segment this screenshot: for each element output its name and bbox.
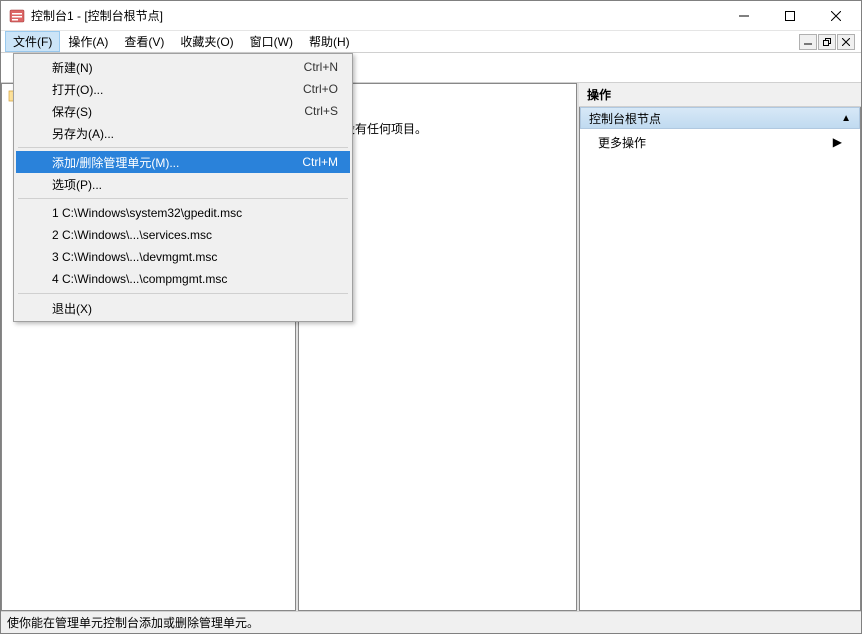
menu-label: 1 C:\Windows\system32\gpedit.msc [52,206,338,220]
menu-shortcut: Ctrl+M [302,155,338,169]
menu-action-label: 操作(A) [68,35,108,49]
mdi-close-button[interactable] [837,34,855,50]
menu-window-label: 窗口(W) [250,35,293,49]
menu-view-label: 查看(V) [124,35,164,49]
close-button[interactable] [813,1,859,31]
app-icon [9,8,25,24]
menu-item-recent-3[interactable]: 3 C:\Windows\...\devmgmt.msc [16,246,350,268]
menu-label: 4 C:\Windows\...\compmgmt.msc [52,272,338,286]
menu-label: 退出(X) [52,300,338,317]
menu-action[interactable]: 操作(A) [60,31,116,52]
menu-shortcut: Ctrl+N [304,60,338,74]
statusbar-text: 使你能在管理单元控制台添加或删除管理单元。 [7,614,259,631]
maximize-button[interactable] [767,1,813,31]
actions-more-actions[interactable]: 更多操作 ▶ [580,129,860,155]
menu-item-recent-1[interactable]: 1 C:\Windows\system32\gpedit.msc [16,202,350,224]
menu-separator [18,293,348,294]
mdi-minimize-button[interactable] [799,34,817,50]
menubar: 文件(F) 操作(A) 查看(V) 收藏夹(O) 窗口(W) 帮助(H) 新建(… [1,31,861,53]
menu-label: 3 C:\Windows\...\devmgmt.msc [52,250,338,264]
menu-item-new[interactable]: 新建(N)Ctrl+N [16,56,350,78]
menu-file-label: 文件(F) [13,35,52,49]
actions-pane: 操作 控制台根节点 ▲ 更多操作 ▶ [579,83,861,611]
menu-view[interactable]: 查看(V) [116,31,172,52]
menu-separator [18,147,348,148]
menu-help[interactable]: 帮助(H) [301,31,358,52]
menu-item-exit[interactable]: 退出(X) [16,297,350,319]
actions-section-header[interactable]: 控制台根节点 ▲ [580,107,860,129]
menu-favorites[interactable]: 收藏夹(O) [172,31,241,52]
menu-item-recent-2[interactable]: 2 C:\Windows\...\services.msc [16,224,350,246]
menu-file[interactable]: 文件(F) [5,31,60,52]
mdi-restore-button[interactable] [818,34,836,50]
menu-label: 新建(N) [52,59,304,76]
window-title: 控制台1 - [控制台根节点] [31,7,721,24]
menu-item-save[interactable]: 保存(S)Ctrl+S [16,100,350,122]
menu-item-add-remove-snapin[interactable]: 添加/删除管理单元(M)...Ctrl+M [16,151,350,173]
submenu-arrow-icon: ▶ [833,135,842,149]
collapse-arrow-icon: ▲ [841,113,851,124]
menu-label: 2 C:\Windows\...\services.msc [52,228,338,242]
actions-pane-header: 操作 [579,83,861,107]
menu-separator [18,198,348,199]
menu-label: 添加/删除管理单元(M)... [52,154,302,171]
menu-favorites-label: 收藏夹(O) [180,35,233,49]
menu-label: 选项(P)... [52,176,338,193]
statusbar: 使你能在管理单元控制台添加或删除管理单元。 [1,611,861,633]
file-menu-dropdown: 新建(N)Ctrl+N 打开(O)...Ctrl+O 保存(S)Ctrl+S 另… [13,53,353,322]
minimize-button[interactable] [721,1,767,31]
actions-more-label: 更多操作 [598,134,646,151]
menu-help-label: 帮助(H) [309,35,350,49]
menu-item-open[interactable]: 打开(O)...Ctrl+O [16,78,350,100]
menu-label: 保存(S) [52,103,304,120]
actions-section-title: 控制台根节点 [589,110,661,127]
menu-item-options[interactable]: 选项(P)... [16,173,350,195]
menu-shortcut: Ctrl+S [304,104,338,118]
menu-label: 另存为(A)... [52,125,338,142]
menu-label: 打开(O)... [52,81,303,98]
menu-shortcut: Ctrl+O [303,82,338,96]
menu-item-save-as[interactable]: 另存为(A)... [16,122,350,144]
mdi-controls [799,34,857,50]
titlebar: 控制台1 - [控制台根节点] [1,1,861,31]
window-controls [721,1,859,31]
menu-window[interactable]: 窗口(W) [242,31,301,52]
menu-item-recent-4[interactable]: 4 C:\Windows\...\compmgmt.msc [16,268,350,290]
